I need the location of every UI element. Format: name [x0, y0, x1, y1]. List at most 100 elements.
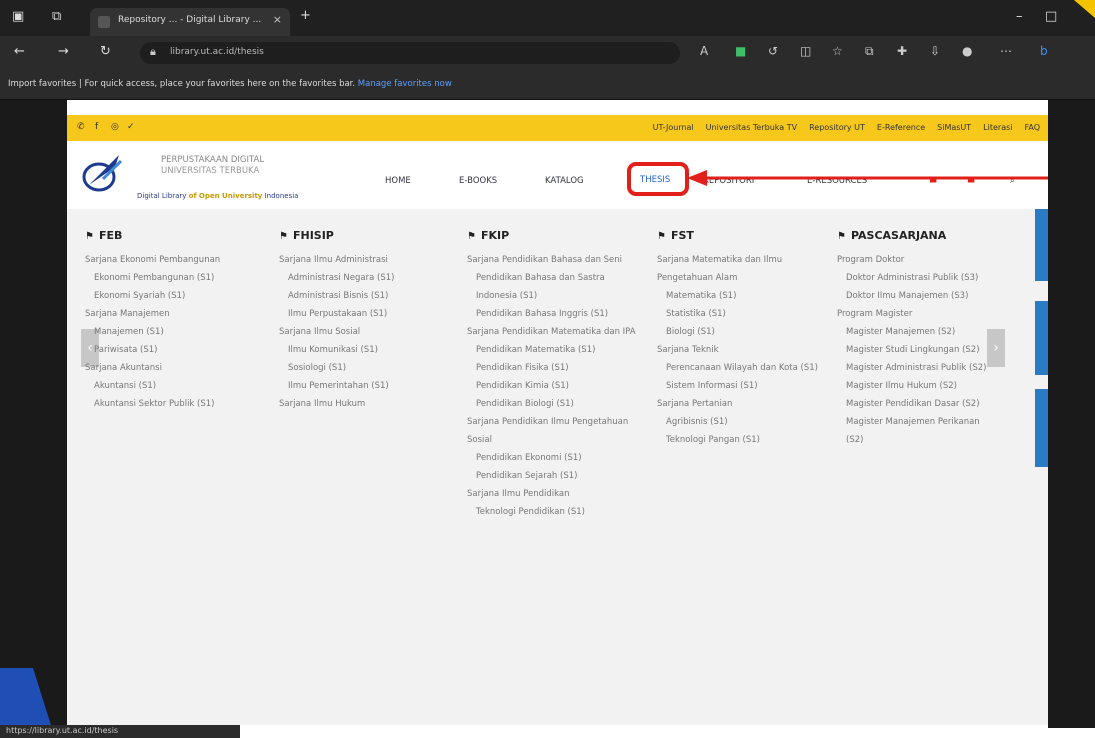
- list-item[interactable]: Akuntansi Sektor Publik (S1): [85, 395, 255, 413]
- twitter-icon[interactable]: ✓: [127, 122, 135, 132]
- flag-icon: ⚑: [279, 231, 288, 242]
- list-item[interactable]: Teknologi Pangan (S1): [657, 431, 827, 449]
- list-item[interactable]: Pendidikan Fisika (S1): [467, 359, 637, 377]
- list-item[interactable]: Pendidikan Bahasa dan Sastra Indonesia (…: [467, 269, 637, 305]
- list-item[interactable]: Sarjana Manajemen: [85, 305, 255, 323]
- browser-titlebar: ▣ ⧉ Repository ... - Digital Library ...…: [0, 0, 1095, 36]
- url-text[interactable]: library.ut.ac.id/thesis: [170, 47, 264, 57]
- split-screen-icon[interactable]: ◫: [800, 44, 811, 58]
- tab-actions-icon[interactable]: ⧉: [52, 9, 61, 24]
- back-icon[interactable]: ←: [14, 44, 25, 59]
- list-item[interactable]: Sarjana Ilmu Hukum: [279, 395, 449, 413]
- phone-icon[interactable]: ✆: [77, 122, 85, 132]
- list-item[interactable]: Magister Pendidikan Dasar (S2): [837, 395, 987, 413]
- maximize-icon[interactable]: □: [1045, 9, 1057, 24]
- copilot-icon[interactable]: b: [1040, 44, 1048, 58]
- web-page: ✆ f ◎ ✓ UT-Journal Universitas Terbuka T…: [67, 100, 1048, 725]
- refresh-extension-icon[interactable]: ↺: [768, 44, 778, 58]
- list-item[interactable]: Sarjana Matematika dan Ilmu Pengetahuan …: [657, 251, 827, 287]
- list-item[interactable]: Administrasi Negara (S1): [279, 269, 449, 287]
- list-item[interactable]: Pendidikan Sejarah (S1): [467, 467, 637, 485]
- manage-favorites-link[interactable]: Manage favorites now: [358, 79, 452, 89]
- minimize-icon[interactable]: –: [1016, 9, 1023, 24]
- list-item[interactable]: Sarjana Pendidikan Matematika dan IPA: [467, 323, 637, 341]
- instagram-icon[interactable]: ◎: [111, 122, 119, 132]
- list-item[interactable]: Pendidikan Ekonomi (S1): [467, 449, 637, 467]
- list-item[interactable]: Biologi (S1): [657, 323, 827, 341]
- facebook-icon[interactable]: f: [95, 122, 98, 132]
- list-item[interactable]: Pendidikan Bahasa Inggris (S1): [467, 305, 637, 323]
- list-item[interactable]: Matematika (S1): [657, 287, 827, 305]
- list-item[interactable]: Magister Ilmu Hukum (S2): [837, 377, 987, 395]
- list-item[interactable]: Pariwisata (S1): [85, 341, 255, 359]
- list-item[interactable]: Ilmu Komunikasi (S1): [279, 341, 449, 359]
- address-bar[interactable]: 🔒︎ library.ut.ac.id/thesis: [140, 42, 680, 64]
- browser-tab[interactable]: Repository ... - Digital Library ... ×: [90, 8, 290, 36]
- list-item[interactable]: Sarjana Pendidikan Bahasa dan Seni: [467, 251, 637, 269]
- list-item[interactable]: Doktor Ilmu Manajemen (S3): [837, 287, 987, 305]
- menu-ebooks[interactable]: E-BOOKS: [459, 176, 497, 186]
- collections-icon[interactable]: ⧉: [865, 44, 874, 59]
- menu-home[interactable]: HOME: [385, 176, 411, 186]
- site-logo[interactable]: [81, 149, 125, 197]
- list-item[interactable]: Magister Administrasi Publik (S2): [837, 359, 987, 377]
- list-item[interactable]: Sistem Informasi (S1): [657, 377, 827, 395]
- list-item[interactable]: Sosiologi (S1): [279, 359, 449, 377]
- top-link[interactable]: Literasi: [983, 123, 1012, 132]
- top-link[interactable]: Universitas Terbuka TV: [706, 123, 797, 132]
- top-links: UT-Journal Universitas Terbuka TV Reposi…: [653, 123, 1040, 132]
- list-item[interactable]: Pendidikan Matematika (S1): [467, 341, 637, 359]
- list-item[interactable]: Teknologi Pendidikan (S1): [467, 503, 637, 521]
- column-fkip: ⚑ FKIP Sarjana Pendidikan Bahasa dan Seni…: [467, 229, 637, 521]
- workspace-icon[interactable]: ▣: [12, 9, 24, 24]
- list-item[interactable]: Statistika (S1): [657, 305, 827, 323]
- list-item[interactable]: Sarjana Pendidikan Ilmu Pengetahuan Sosi…: [467, 413, 637, 449]
- extension-icon[interactable]: ■: [735, 44, 746, 58]
- list-item[interactable]: Magister Studi Lingkungan (S2): [837, 341, 987, 359]
- list-item[interactable]: Ekonomi Pembangunan (S1): [85, 269, 255, 287]
- top-link[interactable]: Repository UT: [809, 123, 865, 132]
- menu-katalog[interactable]: KATALOG: [545, 176, 584, 186]
- list-item[interactable]: Sarjana Teknik: [657, 341, 827, 359]
- list-item[interactable]: Sarjana Ilmu Sosial: [279, 323, 449, 341]
- list-item[interactable]: Program Doktor: [837, 251, 987, 269]
- list-item[interactable]: Ilmu Perpustakaan (S1): [279, 305, 449, 323]
- list-item[interactable]: Ilmu Pemerintahan (S1): [279, 377, 449, 395]
- list-item[interactable]: Sarjana Ilmu Administrasi: [279, 251, 449, 269]
- list-item[interactable]: Pendidikan Biologi (S1): [467, 395, 637, 413]
- menu-thesis-highlighted[interactable]: THESIS: [627, 162, 689, 196]
- slider-next-icon[interactable]: ›: [987, 329, 1005, 367]
- list-item[interactable]: Perencanaan Wilayah dan Kota (S1): [657, 359, 827, 377]
- list-item[interactable]: Akuntansi (S1): [85, 377, 255, 395]
- list-item[interactable]: Ekonomi Syariah (S1): [85, 287, 255, 305]
- refresh-icon[interactable]: ↻: [100, 44, 111, 59]
- tab-close-button[interactable]: ×: [273, 13, 282, 26]
- list-item[interactable]: Magister Manajemen Perikanan (S2): [837, 413, 987, 449]
- flag-icon: ⚑: [467, 231, 476, 242]
- list-item[interactable]: Administrasi Bisnis (S1): [279, 287, 449, 305]
- read-aloud-icon[interactable]: A: [700, 44, 708, 58]
- list-item[interactable]: Sarjana Ekonomi Pembangunan: [85, 251, 255, 269]
- profile-icon[interactable]: ●: [962, 44, 972, 58]
- downloads-icon[interactable]: ⇩: [930, 44, 940, 58]
- puzzle-icon[interactable]: ✚: [897, 44, 907, 58]
- column-heading: FEB: [98, 229, 123, 242]
- top-link[interactable]: FAQ: [1025, 123, 1041, 132]
- list-item[interactable]: Pendidikan Kimia (S1): [467, 377, 637, 395]
- list-item[interactable]: Sarjana Akuntansi: [85, 359, 255, 377]
- list-item[interactable]: Doktor Administrasi Publik (S3): [837, 269, 987, 287]
- top-link[interactable]: SiMasUT: [937, 123, 971, 132]
- list-item[interactable]: Sarjana Pertanian: [657, 395, 827, 413]
- list-item[interactable]: Program Magister: [837, 305, 987, 323]
- list-item[interactable]: Sarjana Ilmu Pendidikan: [467, 485, 637, 503]
- top-link[interactable]: UT-Journal: [653, 123, 694, 132]
- column-heading: PASCASARJANA: [850, 229, 947, 242]
- favorites-icon[interactable]: ☆: [832, 44, 843, 58]
- new-tab-button[interactable]: +: [300, 8, 311, 23]
- more-menu-icon[interactable]: ⋯: [1000, 44, 1012, 58]
- list-item[interactable]: Manajemen (S1): [85, 323, 255, 341]
- list-item[interactable]: Agribisnis (S1): [657, 413, 827, 431]
- list-item[interactable]: Magister Manajemen (S2): [837, 323, 987, 341]
- forward-icon[interactable]: →: [58, 44, 69, 59]
- top-link[interactable]: E-Reference: [877, 123, 925, 132]
